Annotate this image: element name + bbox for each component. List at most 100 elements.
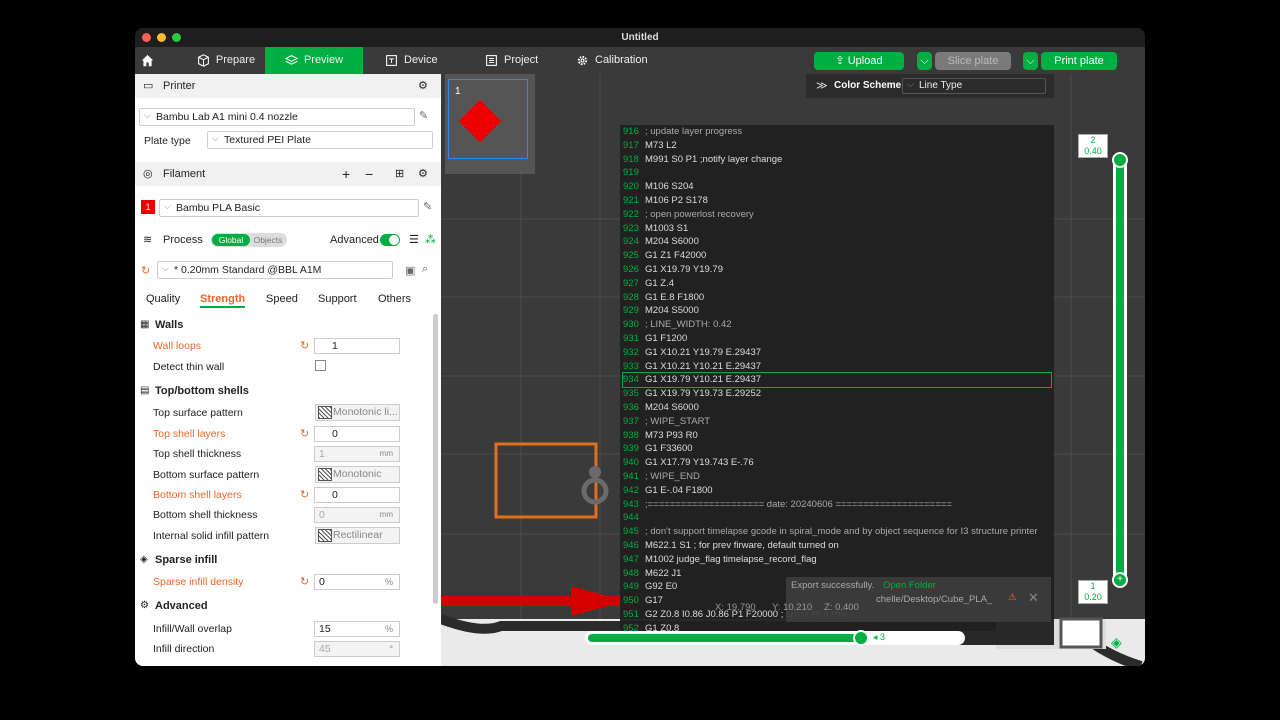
gcode-line[interactable]: 950 G17: [623, 594, 663, 608]
reset-icon[interactable]: ↻: [300, 488, 309, 501]
gcode-line[interactable]: 942 G1 E-.04 F1800: [623, 484, 713, 498]
gcode-line[interactable]: 918 M991 S0 P1 ;notify layer change: [623, 153, 782, 167]
gcode-line[interactable]: 929 M204 S5000: [623, 304, 699, 318]
gcode-line[interactable]: 946 M622.1 S1 ; for prev firware, default…: [623, 539, 839, 553]
bottom-surface-pattern-select[interactable]: Monotonic: [315, 466, 400, 483]
reset-icon[interactable]: ↻: [141, 264, 150, 277]
gcode-line[interactable]: 917 M73 L2: [623, 139, 677, 153]
print-dropdown-button[interactable]: ⌵: [1023, 52, 1038, 70]
edit-icon[interactable]: ✎: [419, 109, 428, 122]
gcode-line[interactable]: 927 G1 Z.4: [623, 277, 674, 291]
plate-thumbnail[interactable]: 1: [445, 74, 535, 174]
add-filament-icon[interactable]: +: [342, 162, 350, 186]
tab-project[interactable]: Project: [485, 47, 538, 74]
global-option[interactable]: Global: [212, 234, 250, 246]
tab-speed[interactable]: Speed: [266, 293, 298, 305]
gcode-line[interactable]: 923 M1003 S1: [623, 222, 688, 236]
save-icon[interactable]: ▣: [405, 264, 415, 277]
sparse-infill-density-input[interactable]: 0%: [314, 574, 400, 590]
gcode-line[interactable]: 930 ; LINE_WIDTH: 0.42: [623, 318, 732, 332]
printer-settings-gear-icon[interactable]: ⚙: [418, 74, 428, 98]
top-surface-pattern-select[interactable]: Monotonic li...: [315, 404, 400, 421]
gcode-line[interactable]: 932 G1 X10.21 Y19.79 E.29437: [623, 346, 761, 360]
objects-option[interactable]: Objects: [251, 234, 285, 246]
tab-calibration[interactable]: Calibration: [576, 47, 648, 74]
reset-icon[interactable]: ↻: [300, 339, 309, 352]
tab-others[interactable]: Others: [378, 293, 411, 305]
color-scheme-select[interactable]: Line Type: [902, 77, 1046, 94]
wall-loops-input[interactable]: 1: [314, 338, 400, 354]
gcode-line[interactable]: 935 G1 X19.79 Y19.73 E.29252: [623, 387, 761, 401]
gcode-line[interactable]: 936 M204 S6000: [623, 401, 699, 415]
gcode-line[interactable]: 938 M73 P93 R0: [623, 429, 698, 443]
gcode-line[interactable]: 941 ; WIPE_END: [623, 470, 700, 484]
top-layer-handle[interactable]: [1112, 152, 1128, 168]
bottom-shell-layers-input[interactable]: 0: [314, 487, 400, 503]
list-view-icon[interactable]: ☰: [409, 228, 419, 252]
top-shell-layers-input[interactable]: 0: [314, 426, 400, 442]
collapse-chevron-icon[interactable]: ≫: [816, 79, 828, 92]
bottom-shell-thickness-input[interactable]: 0 mm: [314, 507, 400, 523]
gcode-line[interactable]: 920 M106 S204: [623, 180, 694, 194]
slice-dropdown-button[interactable]: ⌵: [917, 52, 932, 70]
edit-icon[interactable]: ✎: [423, 200, 432, 213]
search-icon[interactable]: ⌕: [422, 263, 428, 276]
slice-plate-button[interactable]: Slice plate: [935, 52, 1011, 70]
gcode-line[interactable]: 944: [623, 511, 645, 525]
layer-slider[interactable]: +: [1112, 152, 1128, 588]
global-objects-toggle[interactable]: Global Objects: [211, 233, 287, 247]
tab-device[interactable]: Device: [385, 47, 438, 74]
remove-filament-icon[interactable]: −: [365, 162, 373, 186]
infill-direction-input[interactable]: 45 °: [314, 641, 400, 657]
gcode-line[interactable]: 931 G1 F1200: [623, 332, 687, 346]
home-button[interactable]: [141, 47, 154, 74]
infill-wall-overlap-input[interactable]: 15%: [314, 621, 400, 637]
internal-solid-infill-select[interactable]: Rectilinear: [315, 527, 400, 544]
move-slider[interactable]: ◂ 3: [585, 630, 965, 646]
3d-viewport[interactable]: 1 ≫ Color Scheme Line Type 916 ; update l…: [441, 74, 1145, 666]
bottom-layer-handle[interactable]: +: [1112, 572, 1128, 588]
minimize-window-button[interactable]: [157, 33, 166, 42]
gcode-line[interactable]: 947 M1002 judge_flag timelapse_record_fla…: [623, 553, 817, 567]
gcode-line[interactable]: 940 G1 X17.79 Y19.743 E-.76: [623, 456, 754, 470]
gcode-line[interactable]: 937 ; WIPE_START: [623, 415, 710, 429]
gcode-line[interactable]: 921 M106 P2 S178: [623, 194, 708, 208]
settings-scrollbar[interactable]: [433, 314, 438, 604]
upload-button[interactable]: ⇪ Upload: [814, 52, 904, 70]
gcode-line[interactable]: 939 G1 F33600: [623, 442, 693, 456]
gcode-line[interactable]: 916 ; update layer progress: [623, 125, 742, 139]
gcode-line[interactable]: 943 ;===================== date: 20240606…: [623, 498, 952, 512]
filament-settings-gear-icon[interactable]: ⚙: [418, 162, 428, 186]
filament-select[interactable]: Bambu PLA Basic: [159, 198, 419, 217]
close-notification-icon[interactable]: ✕: [1028, 590, 1039, 606]
gcode-line[interactable]: 924 M204 S6000: [623, 235, 699, 249]
gcode-line[interactable]: 925 G1 Z1 F42000: [623, 249, 706, 263]
process-profile-select[interactable]: * 0.20mm Standard @BBL A1M: [157, 260, 393, 279]
top-shell-thickness-input[interactable]: 1 mm: [314, 446, 400, 462]
move-slider-handle[interactable]: [853, 630, 869, 646]
filament-sync-icon[interactable]: ⊞: [395, 162, 404, 186]
filament-slot-badge[interactable]: 1: [141, 200, 155, 214]
gcode-line[interactable]: 922 ; open powerlost recovery: [623, 208, 754, 222]
gcode-line[interactable]: 945 ; don't support timelapse gcode in sp…: [623, 525, 1038, 539]
gcode-line[interactable]: 934 G1 X19.79 Y10.21 E.29437: [622, 372, 1052, 389]
printer-select[interactable]: Bambu Lab A1 mini 0.4 nozzle: [139, 107, 415, 126]
gcode-line[interactable]: 933 G1 X10.21 Y10.21 E.29437: [623, 360, 761, 374]
tab-preview[interactable]: Preview: [265, 47, 363, 74]
print-plate-button[interactable]: Print plate: [1041, 52, 1117, 70]
tab-support[interactable]: Support: [318, 293, 357, 305]
advanced-toggle[interactable]: [380, 234, 400, 246]
reset-icon[interactable]: ↻: [300, 427, 309, 440]
tab-quality[interactable]: Quality: [146, 293, 180, 305]
gcode-line[interactable]: 948 M622 J1: [623, 567, 681, 581]
gcode-viewer[interactable]: 916 ; update layer progress 917 M73 L2 918 M9…: [620, 125, 1054, 645]
compare-icon[interactable]: ⁂: [425, 228, 436, 252]
gcode-line[interactable]: 919: [623, 166, 645, 180]
gcode-line[interactable]: 928 G1 E.8 F1800: [623, 291, 704, 305]
gcode-line[interactable]: 926 G1 X19.79 Y19.79: [623, 263, 723, 277]
zoom-window-button[interactable]: [172, 33, 181, 42]
reset-icon[interactable]: ↻: [300, 575, 309, 588]
open-folder-link[interactable]: Open Folder: [883, 580, 936, 591]
gcode-line[interactable]: 949 G92 E0: [623, 580, 677, 594]
tab-strength[interactable]: Strength: [200, 293, 246, 308]
